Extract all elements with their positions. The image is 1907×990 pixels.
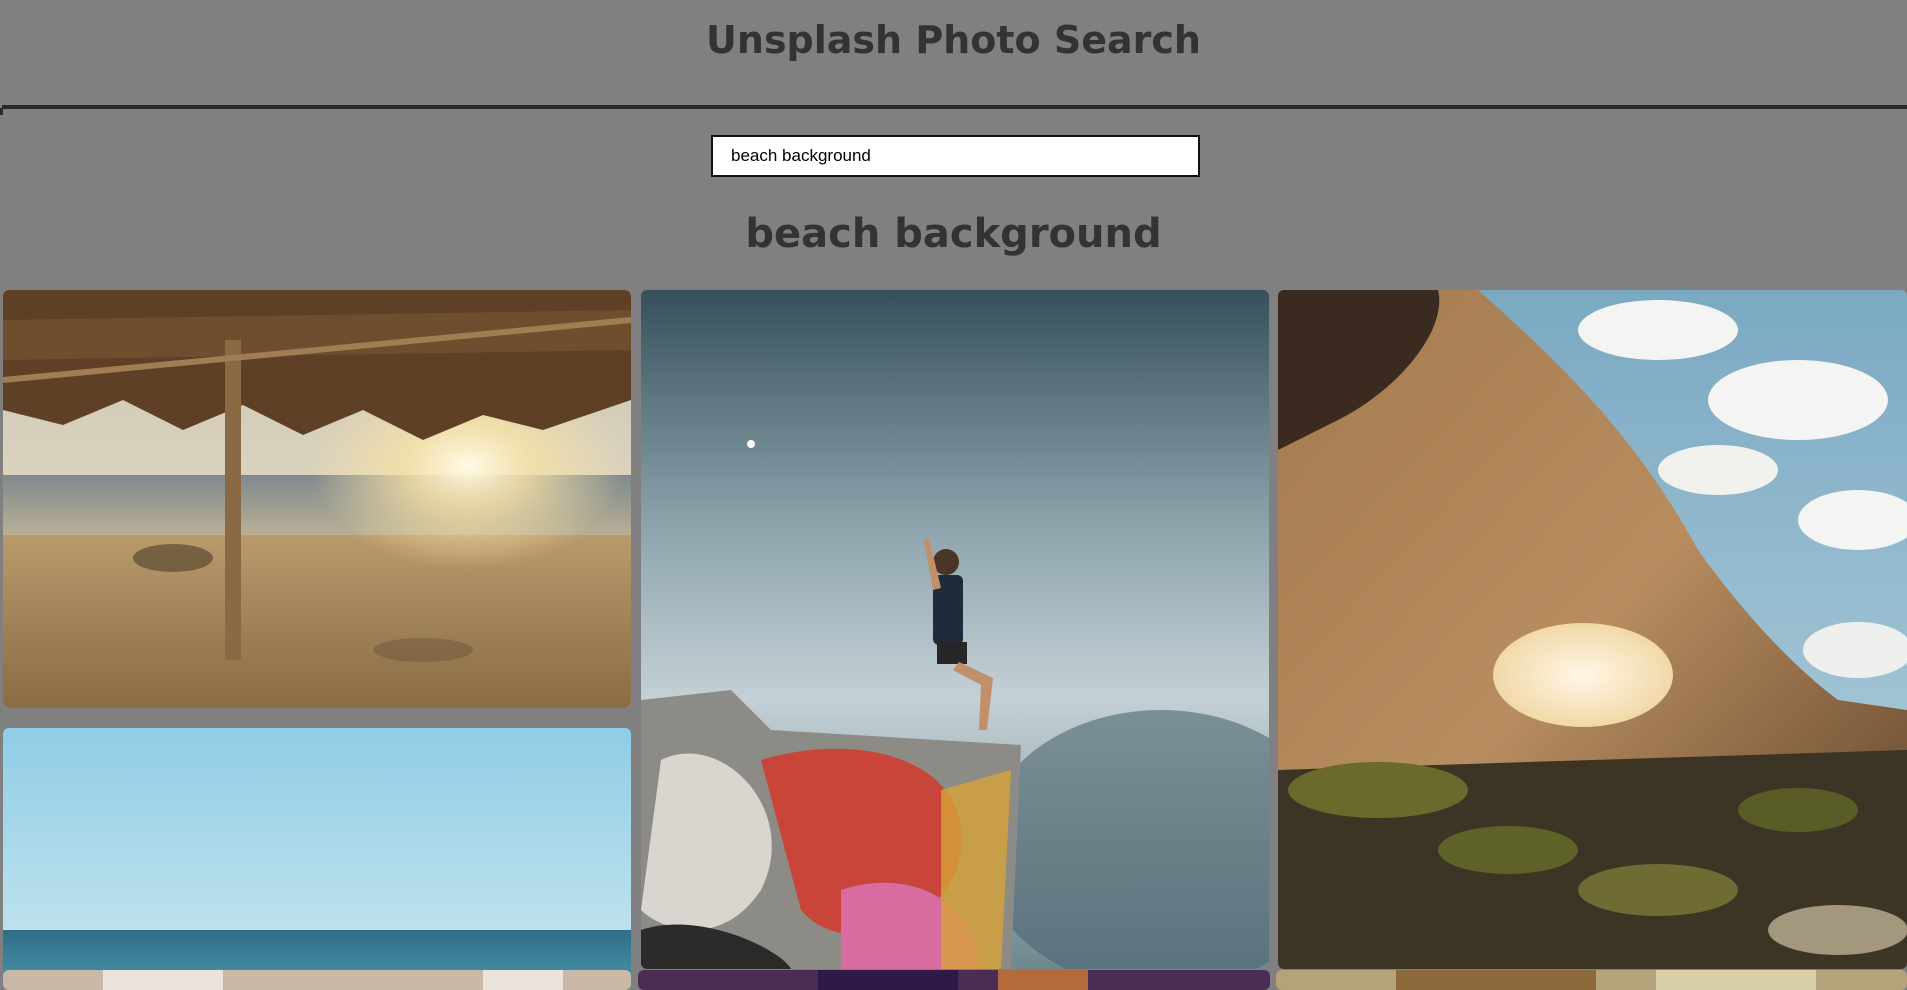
search-form	[711, 135, 1200, 177]
photo-person-graffiti-wall-image	[641, 290, 1269, 969]
photo-partial-3[interactable]	[1276, 970, 1907, 990]
photo-rock-arch[interactable]	[1278, 290, 1907, 969]
photo-partial-1-image	[3, 970, 631, 990]
photo-sky-ocean[interactable]	[3, 728, 631, 978]
search-input[interactable]	[711, 135, 1200, 177]
photo-beach-umbrella-image	[3, 290, 631, 708]
photo-partial-2[interactable]	[638, 970, 1270, 990]
app-title: Unsplash Photo Search	[706, 18, 1201, 62]
results-heading: beach background	[745, 211, 1162, 257]
photo-beach-umbrella[interactable]	[3, 290, 631, 708]
photo-partial-1[interactable]	[3, 970, 631, 990]
photo-person-graffiti-wall[interactable]	[641, 290, 1269, 969]
photo-partial-2-image	[638, 970, 1270, 990]
photo-sky-ocean-image	[3, 728, 631, 978]
title-divider	[2, 105, 1907, 109]
photo-partial-3-image	[1276, 970, 1907, 990]
photo-rock-arch-image	[1278, 290, 1907, 969]
divider-tick	[0, 108, 3, 115]
